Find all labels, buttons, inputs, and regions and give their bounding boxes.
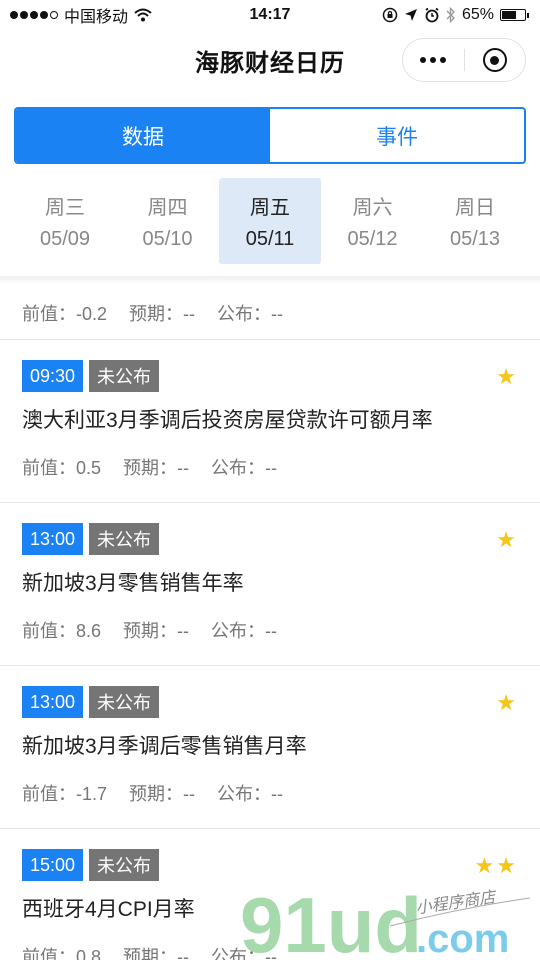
- status-bar-right: 65%: [382, 6, 529, 24]
- expected-value: 预期：--: [123, 621, 190, 641]
- partial-item-meta: 前值：-0.2 预期：-- 公布：--: [0, 284, 540, 340]
- time-tag: 15:00: [22, 849, 84, 881]
- day-date: 05/13: [449, 228, 501, 250]
- close-mini-program-button[interactable]: [465, 39, 526, 81]
- importance-star-icon: ★★: [474, 853, 518, 878]
- battery-level: [502, 11, 517, 19]
- previous-value: 前值：-0.2: [22, 303, 108, 324]
- header-shadow: [0, 276, 540, 284]
- previous-value: 前值：8.6: [22, 621, 102, 641]
- status-bar: 中国移动 14:17 65%: [0, 0, 540, 30]
- page-title: 海豚财经日历: [195, 49, 345, 77]
- day-date: 05/12: [347, 228, 398, 250]
- day-weekday: 周五: [250, 197, 290, 219]
- item-meta: 前值：0.8 预期：-- 公布：--: [22, 943, 518, 960]
- day-thu[interactable]: 周四 05/10: [117, 178, 219, 264]
- expected-value: 预期：--: [123, 458, 190, 478]
- carrier-name: 中国移动: [64, 9, 129, 26]
- rotation-lock-icon: [382, 7, 398, 23]
- time-tag: 09:30: [22, 360, 84, 392]
- item-title: 澳大利亚3月季调后投资房屋贷款许可额月率: [22, 409, 433, 432]
- item-meta: 前值：8.6 预期：-- 公布：--: [22, 617, 518, 643]
- day-wed[interactable]: 周三 05/09: [14, 178, 116, 264]
- previous-value: 前值：-1.7: [22, 784, 108, 804]
- wifi-icon: [134, 8, 152, 22]
- battery-percent: 65%: [461, 6, 494, 23]
- list-item[interactable]: 15:00 未公布 ★★ 西班牙4月CPI月率 前值：0.8 预期：-- 公布：…: [0, 829, 540, 960]
- item-title: 新加坡3月季调后零售销售月率: [22, 735, 307, 758]
- target-icon: [482, 48, 507, 72]
- tab-data[interactable]: 数据: [16, 109, 270, 162]
- day-fri-selected[interactable]: 周五 05/11: [219, 178, 321, 264]
- actual-value: 公布：--: [217, 303, 284, 324]
- mini-program-capsule: [402, 38, 526, 82]
- tag-row: 13:00 未公布: [22, 523, 518, 555]
- day-sat[interactable]: 周六 05/12: [322, 178, 424, 264]
- list-item[interactable]: 13:00 未公布 ★ 新加坡3月季调后零售销售月率 前值：-1.7 预期：--…: [0, 666, 540, 829]
- item-title: 西班牙4月CPI月率: [22, 898, 195, 921]
- status-badge: 未公布: [89, 849, 160, 881]
- day-date: 05/11: [245, 228, 295, 250]
- expected-value: 预期：--: [129, 784, 196, 804]
- date-selector: 周三 05/09 周四 05/10 周五 05/11 周六 05/12 周日 0…: [14, 178, 526, 266]
- day-date: 05/10: [142, 228, 193, 250]
- expected-value: 预期：--: [123, 947, 190, 960]
- actual-value: 公布：--: [217, 784, 284, 804]
- day-weekday: 周日: [455, 197, 495, 219]
- tag-row: 15:00 未公布: [22, 849, 518, 881]
- list-item[interactable]: 13:00 未公布 ★ 新加坡3月零售销售年率 前值：8.6 预期：-- 公布：…: [0, 503, 540, 666]
- location-icon: [404, 9, 417, 21]
- status-badge: 未公布: [89, 360, 160, 392]
- time-tag: 13:00: [22, 523, 84, 555]
- actual-value: 公布：--: [211, 947, 278, 960]
- item-meta: 前值：-1.7 预期：-- 公布：--: [22, 780, 518, 806]
- bluetooth-icon: [446, 7, 455, 23]
- alarm-icon: [425, 7, 439, 23]
- importance-star-icon: ★: [496, 364, 518, 389]
- previous-value: 前值：0.5: [22, 458, 102, 478]
- item-meta: 前值：0.5 预期：-- 公布：--: [22, 454, 518, 480]
- day-weekday: 周三: [45, 197, 85, 219]
- status-badge: 未公布: [89, 523, 160, 555]
- more-dots-icon: [420, 57, 447, 63]
- day-date: 05/09: [39, 228, 91, 250]
- actual-value: 公布：--: [211, 458, 278, 478]
- expected-value: 预期：--: [129, 303, 196, 324]
- importance-star-icon: ★: [496, 527, 518, 552]
- tag-row: 13:00 未公布: [22, 686, 518, 718]
- previous-value: 前值：0.8: [22, 947, 102, 960]
- signal-strength-icon: [10, 11, 58, 19]
- more-button[interactable]: [403, 39, 464, 81]
- tag-row: 09:30 未公布: [22, 360, 518, 392]
- importance-star-icon: ★: [496, 690, 518, 715]
- navigation-bar: 海豚财经日历: [0, 30, 540, 90]
- day-sun[interactable]: 周日 05/13: [424, 178, 526, 264]
- battery-icon: [500, 9, 529, 21]
- segmented-control: 数据 事件: [14, 107, 526, 164]
- time-tag: 13:00: [22, 686, 84, 718]
- list-item[interactable]: 09:30 未公布 ★ 澳大利亚3月季调后投资房屋贷款许可额月率 前值：0.5 …: [0, 340, 540, 503]
- event-list[interactable]: 前值：-0.2 预期：-- 公布：-- 09:30 未公布 ★ 澳大利亚3月季调…: [0, 284, 540, 960]
- tab-events[interactable]: 事件: [270, 109, 524, 162]
- actual-value: 公布：--: [211, 621, 278, 641]
- item-title: 新加坡3月零售销售年率: [22, 572, 244, 595]
- day-weekday: 周四: [147, 197, 188, 219]
- day-weekday: 周六: [352, 197, 393, 219]
- status-bar-left: 中国移动: [10, 3, 152, 27]
- status-badge: 未公布: [89, 686, 160, 718]
